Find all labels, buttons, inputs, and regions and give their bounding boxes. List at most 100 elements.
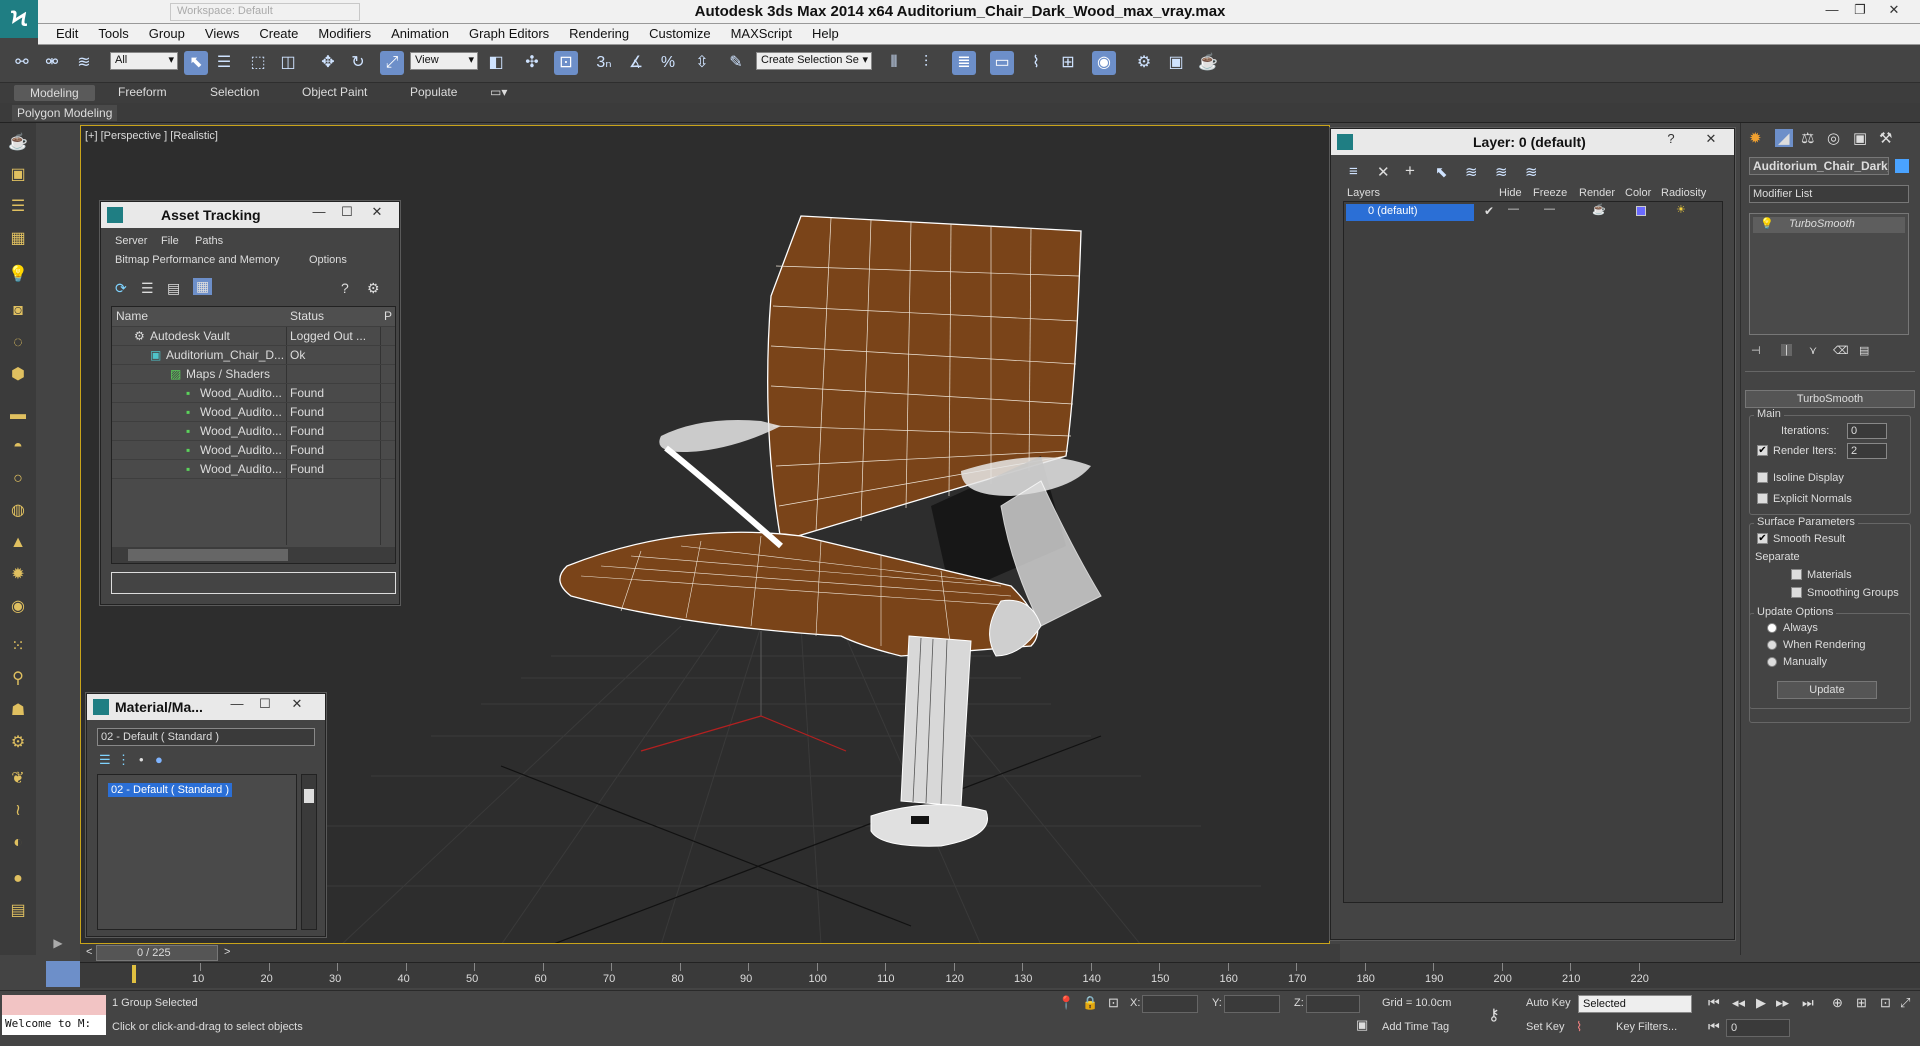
menu-edit[interactable]: Edit xyxy=(46,24,88,43)
horizontal-scrollbar[interactable] xyxy=(112,547,395,563)
minimize-button[interactable]: — xyxy=(1818,2,1846,20)
render-iters-spinner[interactable]: 2 xyxy=(1847,443,1887,459)
always-radio[interactable] xyxy=(1767,623,1777,633)
close-button[interactable]: ✕ xyxy=(363,204,391,224)
add-to-layer-icon[interactable]: + xyxy=(1405,161,1415,181)
menu-group[interactable]: Group xyxy=(139,24,195,43)
window-crossing-icon[interactable]: ◫ xyxy=(276,51,300,75)
maximize-viewport-icon[interactable]: ⤢ xyxy=(1900,995,1910,1011)
explicit-normals-checkbox[interactable] xyxy=(1757,493,1768,504)
menu-tools[interactable]: Tools xyxy=(88,24,138,43)
render-setup-icon[interactable]: ⚙ xyxy=(1132,51,1156,75)
column-hide[interactable]: Hide xyxy=(1499,187,1522,199)
help-icon[interactable]: ? xyxy=(341,280,349,296)
calculator-icon[interactable]: ▤ xyxy=(6,899,30,923)
gear-icon[interactable]: ⚙ xyxy=(6,731,30,755)
table-row[interactable]: ▪ Wood_Audito... Found xyxy=(112,441,395,460)
configure-sets-icon[interactable]: ▤ xyxy=(1859,344,1869,357)
asset-path-field[interactable] xyxy=(111,572,396,594)
helper-icon[interactable]: ◌ xyxy=(6,331,30,355)
bind-spacewarp-icon[interactable]: ≋ xyxy=(72,51,96,75)
highlight-layer-icon[interactable]: ≋ xyxy=(1465,163,1478,181)
percent-snap-icon[interactable]: % xyxy=(656,51,680,75)
column-status[interactable]: Status xyxy=(290,309,324,323)
chair-model[interactable] xyxy=(559,215,1102,847)
hierarchy-tab-icon[interactable]: ⚖ xyxy=(1801,129,1814,147)
angle-snap-icon[interactable]: ∡ xyxy=(624,51,648,75)
column-radiosity[interactable]: Radiosity xyxy=(1661,187,1706,199)
teapot-icon[interactable]: ☕ xyxy=(6,131,30,155)
modifier-stack-item[interactable]: TurboSmooth xyxy=(1753,217,1905,233)
column-freeze[interactable]: Freeze xyxy=(1533,187,1567,199)
frame-icon[interactable]: ▣ xyxy=(6,163,30,187)
auto-key-button[interactable]: Auto Key xyxy=(1526,997,1571,1009)
maximize-button[interactable]: ❐ xyxy=(1846,2,1874,20)
material-browser-titlebar[interactable]: Material/Ma... — ☐ ✕ xyxy=(87,694,325,720)
maxscript-listener-top[interactable] xyxy=(2,995,106,1015)
x-coordinate-field[interactable] xyxy=(1142,995,1198,1013)
asset-tracking-titlebar[interactable]: Asset Tracking — ☐ ✕ xyxy=(101,202,399,228)
key-mode-toggle-icon[interactable]: ⏮ xyxy=(1708,1019,1720,1035)
smoothing-groups-checkbox[interactable] xyxy=(1791,587,1802,598)
select-by-name-icon[interactable]: ☰ xyxy=(212,51,236,75)
expand-arrow-icon[interactable]: ▶ xyxy=(46,931,70,955)
time-tag-icon[interactable]: ▣ xyxy=(1356,1017,1368,1033)
torus-icon[interactable]: ◍ xyxy=(6,499,30,523)
freeze-all-icon[interactable]: ≋ xyxy=(1525,163,1538,181)
link-icon[interactable]: ⚯ xyxy=(10,51,34,75)
display-tab-icon[interactable]: ▣ xyxy=(1853,129,1867,147)
layer-row-default[interactable]: 0 (default) xyxy=(1346,204,1474,221)
settings-icon[interactable]: ⚙ xyxy=(367,280,380,297)
current-frame-field[interactable]: 0 xyxy=(1726,1019,1790,1037)
material-list-item[interactable]: 02 - Default ( Standard ) xyxy=(108,783,233,797)
named-selection-dropdown[interactable]: Create Selection Se xyxy=(756,52,872,70)
rect-selection-icon[interactable]: ⬚ xyxy=(246,51,270,75)
ribbon-options-icon[interactable]: ▭▾ xyxy=(490,85,507,99)
track-bar[interactable]: 10 20 30 40 50 60 70 80 90 100 110 120 130 140 150 160 1… xyxy=(46,961,1920,988)
zoom-all-icon[interactable]: ⊞ xyxy=(1856,995,1867,1011)
menu-maxscript[interactable]: MAXScript xyxy=(721,24,802,43)
tab-object-paint[interactable]: Object Paint xyxy=(302,85,367,99)
select-manipulate-icon[interactable]: ✣ xyxy=(520,51,544,75)
pin-stack-icon[interactable]: ⊣ xyxy=(1751,344,1761,357)
selection-filter-dropdown[interactable]: All xyxy=(110,52,178,70)
radiosity-icon[interactable]: ☀ xyxy=(1676,203,1686,216)
disc-icon[interactable]: ◉ xyxy=(6,595,30,619)
make-unique-icon[interactable]: ⋎ xyxy=(1809,344,1817,357)
bulb-icon[interactable]: 💡 xyxy=(1760,217,1774,230)
plant-icon[interactable]: ❦ xyxy=(6,767,30,791)
go-to-start-icon[interactable]: ⏮ xyxy=(1708,995,1720,1011)
menu-views[interactable]: Views xyxy=(195,24,249,43)
shell-icon[interactable]: ◐ xyxy=(6,831,30,855)
tab-freeform[interactable]: Freeform xyxy=(118,85,167,99)
y-coordinate-field[interactable] xyxy=(1224,995,1280,1013)
maxscript-listener[interactable]: Welcome to M: xyxy=(2,1015,106,1035)
next-frame-icon[interactable]: ▸▸ xyxy=(1776,995,1789,1011)
move-icon[interactable]: ✥ xyxy=(316,51,340,75)
utilities-tab-icon[interactable]: ⚒ xyxy=(1879,129,1892,147)
menu-server[interactable]: Server xyxy=(115,235,147,247)
remove-modifier-icon[interactable]: ⌫ xyxy=(1833,344,1849,357)
unlink-icon[interactable]: ⚮ xyxy=(40,51,64,75)
mini-curve-editor-icon[interactable] xyxy=(46,961,80,987)
maximize-button[interactable]: ☐ xyxy=(251,696,279,716)
z-coordinate-field[interactable] xyxy=(1306,995,1360,1013)
tree-view-icon[interactable]: ⋮ xyxy=(117,752,130,768)
transform-gizmo[interactable] xyxy=(640,631,847,752)
curve-editor-icon[interactable]: ⌇ xyxy=(1024,51,1048,75)
manually-radio[interactable] xyxy=(1767,657,1777,667)
bones-icon[interactable]: ⚲ xyxy=(6,667,30,691)
active-layer-check-icon[interactable]: ✔ xyxy=(1484,204,1494,218)
film-icon[interactable]: ⬢ xyxy=(6,363,30,387)
table-view-icon[interactable]: ▤ xyxy=(167,280,180,297)
biped-icon[interactable]: ☗ xyxy=(6,699,30,723)
isolate-selection-icon[interactable]: 📍 xyxy=(1058,995,1074,1011)
keyboard-shortcut-toggle-icon[interactable]: ⊡ xyxy=(554,51,578,75)
layer-color-swatch[interactable] xyxy=(1636,206,1646,216)
delete-layer-icon[interactable]: ✕ xyxy=(1377,163,1390,181)
help-button[interactable]: ? xyxy=(1657,131,1685,151)
table-row[interactable]: ▣ Auditorium_Chair_D... Ok xyxy=(112,346,395,365)
box-icon[interactable]: ▬ xyxy=(6,403,30,427)
list-view-icon[interactable]: ☰ xyxy=(99,752,111,768)
freeze-toggle-icon[interactable]: — xyxy=(1544,203,1555,215)
